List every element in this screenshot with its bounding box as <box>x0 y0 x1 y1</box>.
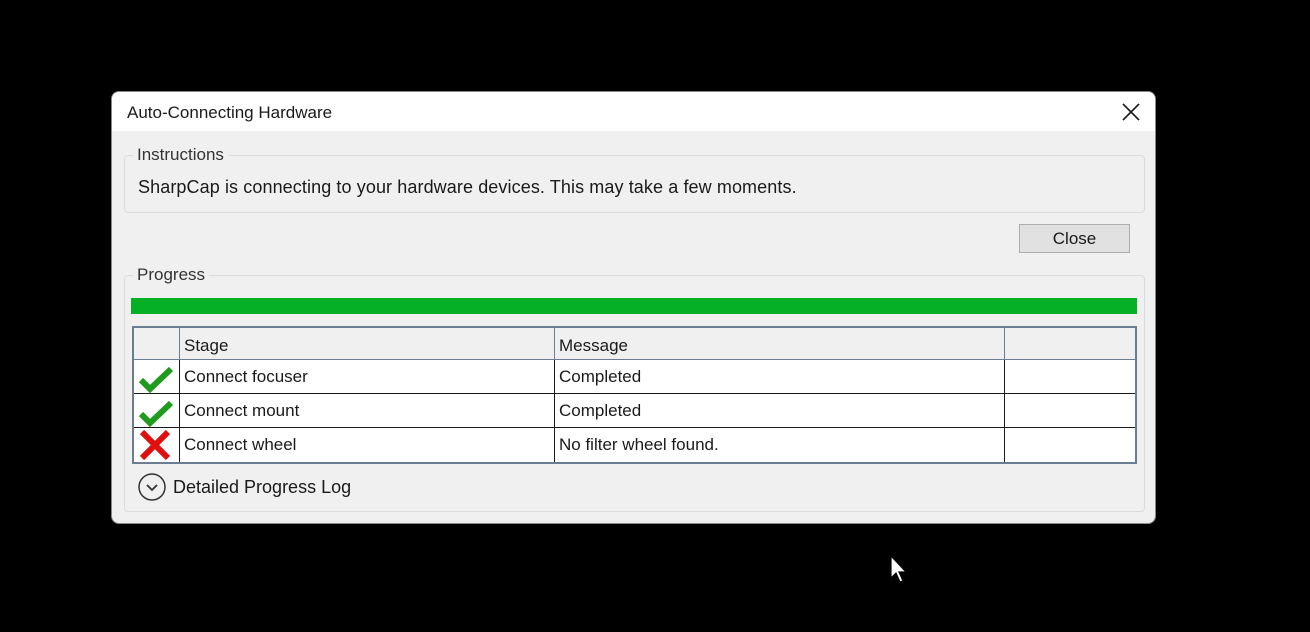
column-header-icon <box>134 328 180 359</box>
progress-table[interactable]: Stage Message Connect focuser Completed … <box>132 326 1137 464</box>
title-bar[interactable]: Auto-Connecting Hardware <box>112 92 1155 131</box>
progress-bar-fill <box>131 298 1137 314</box>
auto-connect-dialog: Auto-Connecting Hardware Instructions Sh… <box>111 91 1156 524</box>
instructions-group: Instructions SharpCap is connecting to y… <box>124 144 1145 213</box>
table-header-row: Stage Message <box>134 328 1135 360</box>
close-icon[interactable] <box>1119 100 1143 124</box>
progress-legend: Progress <box>133 264 210 286</box>
mouse-cursor-icon <box>890 554 908 583</box>
close-button[interactable]: Close <box>1019 224 1130 253</box>
column-header-stage[interactable]: Stage <box>180 328 555 359</box>
message-cell: Completed <box>555 394 1005 427</box>
column-header-extra <box>1005 328 1135 359</box>
stage-cell: Connect wheel <box>180 428 555 462</box>
instructions-legend: Instructions <box>133 144 228 166</box>
message-cell: Completed <box>555 360 1005 393</box>
detailed-log-expander[interactable]: Detailed Progress Log <box>137 472 351 502</box>
status-cell <box>134 360 180 393</box>
cross-icon <box>139 429 171 461</box>
extra-cell <box>1005 360 1135 393</box>
stage-cell: Connect mount <box>180 394 555 427</box>
table-row[interactable]: Connect wheel No filter wheel found. <box>134 428 1135 462</box>
check-icon <box>138 400 174 427</box>
progress-bar <box>131 298 1137 314</box>
status-cell <box>134 428 180 462</box>
extra-cell <box>1005 428 1135 462</box>
column-header-message[interactable]: Message <box>555 328 1005 359</box>
message-cell: No filter wheel found. <box>555 428 1005 462</box>
stage-cell: Connect focuser <box>180 360 555 393</box>
table-row[interactable]: Connect focuser Completed <box>134 360 1135 394</box>
status-cell <box>134 394 180 427</box>
instructions-text: SharpCap is connecting to your hardware … <box>138 177 797 197</box>
extra-cell <box>1005 394 1135 427</box>
chevron-down-circle-icon[interactable] <box>137 472 167 502</box>
detailed-log-label: Detailed Progress Log <box>173 476 352 497</box>
check-icon <box>138 366 174 393</box>
window-title: Auto-Connecting Hardware <box>127 103 333 122</box>
table-row[interactable]: Connect mount Completed <box>134 394 1135 428</box>
